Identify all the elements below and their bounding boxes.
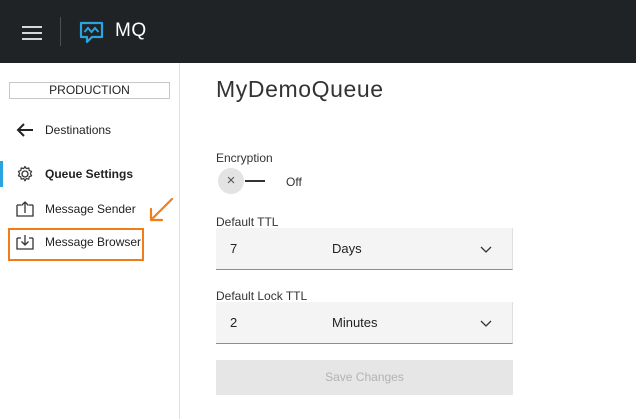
sidebar-item-label: Queue Settings [45,167,134,181]
annotation-arrow-icon [149,197,174,222]
page-title: MyDemoQueue [216,76,384,102]
encryption-toggle[interactable]: × [218,168,266,194]
hamburger-icon[interactable] [22,24,42,40]
save-changes-button[interactable]: Save Changes [216,360,513,395]
sidebar-item-destinations[interactable]: Destinations [0,117,179,143]
default-lock-ttl-value: 2 [230,315,238,330]
default-ttl-unit: Days [332,241,362,256]
upload-tray-icon [16,201,34,217]
encryption-label: Encryption [216,151,273,165]
app-title: MQ [115,20,147,41]
default-lock-ttl-unit: Minutes [332,315,378,330]
environment-badge: PRODUCTION [9,82,170,99]
mq-logo-icon [79,21,104,44]
main-content: MyDemoQueue Encryption × Off Default TTL… [181,63,636,419]
default-ttl-value: 7 [230,241,238,256]
sidebar-item-label: Message Sender [45,202,136,216]
chevron-down-icon [480,246,492,253]
arrow-left-icon [16,123,33,137]
close-icon: × [218,168,244,194]
chevron-down-icon [480,320,492,327]
annotation-highlight-box [8,228,144,261]
toggle-track [245,180,265,182]
sidebar-item-label: Destinations [45,123,112,137]
default-ttl-label: Default TTL [216,215,279,229]
active-indicator [0,161,3,187]
top-bar: MQ [0,0,636,63]
header-divider [60,17,61,46]
gear-icon [17,165,33,182]
default-ttl-select[interactable]: 7 Days [216,228,513,270]
sidebar: PRODUCTION Destinations Queue Settings M… [0,63,180,419]
encryption-state: Off [286,175,302,189]
default-lock-ttl-label: Default Lock TTL [216,289,308,303]
sidebar-item-queue-settings[interactable]: Queue Settings [0,161,179,187]
default-lock-ttl-select[interactable]: 2 Minutes [216,302,513,344]
